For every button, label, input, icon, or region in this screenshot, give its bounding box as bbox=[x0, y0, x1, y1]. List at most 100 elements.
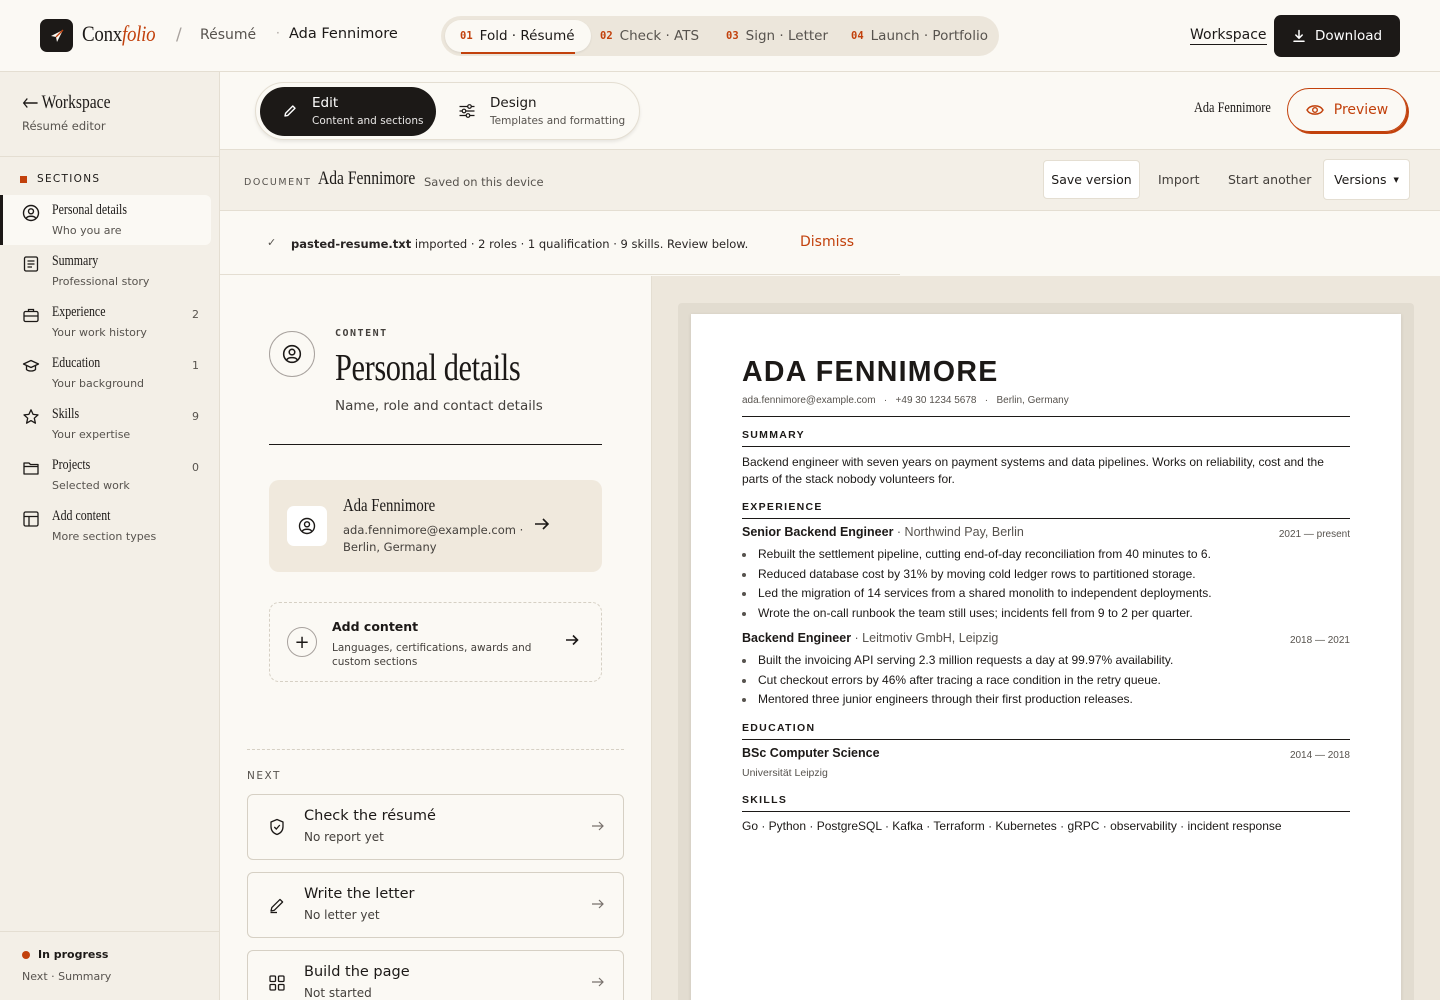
sidebar-item-count: 2 bbox=[192, 308, 199, 321]
sidebar-item-label: Personal details bbox=[52, 202, 127, 218]
sidebar-item-count: 9 bbox=[192, 410, 199, 423]
next-title: Check the résumé bbox=[304, 808, 436, 824]
paper-plane-icon bbox=[50, 29, 63, 42]
sidebar-item-label: Skills bbox=[52, 406, 80, 422]
sidebar-item-count: 0 bbox=[192, 461, 199, 474]
next-title: Build the page bbox=[304, 964, 410, 980]
document-label: DOCUMENT bbox=[244, 177, 312, 188]
next-sub: No letter yet bbox=[304, 908, 380, 922]
status-label: In progress bbox=[38, 948, 109, 961]
step-label: Fold · Résumé bbox=[479, 28, 575, 44]
resume-skills-heading: SKILLS bbox=[742, 794, 788, 806]
sidebar-item-projects[interactable]: Projects Selected work 0 bbox=[0, 450, 211, 500]
step-sign-letter[interactable]: 03 Sign · Letter bbox=[726, 20, 828, 52]
next-check-resume[interactable]: Check the résumé No report yet bbox=[247, 794, 624, 860]
job-company: · Leitmotiv GmbH, Leipzig bbox=[851, 631, 999, 645]
step-number: 04 bbox=[851, 30, 864, 42]
resume-preview-pane: ADA FENNIMORE ada.fennimore@example.com … bbox=[652, 276, 1440, 1000]
sidebar-item-experience[interactable]: Experience Your work history 2 bbox=[0, 297, 211, 347]
preview-button[interactable]: Preview bbox=[1287, 88, 1407, 132]
resume-bullet: Cut checkout errors by 46% after tracing… bbox=[742, 671, 1350, 691]
job-title: Backend Engineer bbox=[742, 631, 852, 645]
next-section-hint: Next · Summary bbox=[22, 970, 112, 983]
resume-bullet: Built the invoicing API serving 2.3 mill… bbox=[742, 651, 1350, 671]
resume-job-bullets: Built the invoicing API serving 2.3 mill… bbox=[742, 651, 1350, 710]
step-launch-portfolio[interactable]: 04 Launch · Portfolio bbox=[851, 20, 988, 52]
divider bbox=[247, 749, 624, 750]
step-label: Check · ATS bbox=[619, 28, 700, 44]
mode-design-button[interactable]: Design Templates and formatting bbox=[440, 87, 635, 136]
sidebar-item-summary[interactable]: Summary Professional story bbox=[0, 246, 211, 296]
back-to-workspace[interactable]: Workspace bbox=[22, 92, 111, 114]
resume-bullet: Reduced database cost by 31% by moving c… bbox=[742, 565, 1350, 585]
notice-summary: imported · 2 roles · 1 qualification · 9… bbox=[411, 237, 749, 251]
sections-heading-label: SECTIONS bbox=[37, 173, 101, 185]
sidebar-item-sub: Selected work bbox=[52, 479, 130, 492]
resume-job-title: Senior Backend Engineer · Northwind Pay,… bbox=[742, 525, 1024, 539]
personal-details-card[interactable]: Ada Fennimore ada.fennimore@example.com … bbox=[269, 480, 602, 572]
sections-heading: SECTIONS bbox=[20, 173, 100, 185]
document-bar: DOCUMENT Ada Fennimore Saved on this dev… bbox=[220, 150, 1440, 211]
resume-bullet: Rebuilt the settlement pipeline, cutting… bbox=[742, 545, 1350, 565]
caret-down-icon: ▼ bbox=[1393, 175, 1399, 184]
status-dot bbox=[22, 950, 30, 959]
logo[interactable] bbox=[40, 19, 73, 52]
step-number: 01 bbox=[460, 30, 473, 42]
step-check-ats[interactable]: 02 Check · ATS bbox=[600, 20, 699, 52]
sidebar-item-label: Projects bbox=[52, 457, 91, 473]
notice-text: pasted-resume.txt imported · 2 roles · 1… bbox=[291, 237, 748, 251]
download-button[interactable]: Download bbox=[1274, 15, 1400, 57]
resume-bullet: Wrote the on-call runbook the team still… bbox=[742, 604, 1350, 624]
sidebar-item-sub: Your expertise bbox=[52, 428, 131, 441]
document-name[interactable]: Ada Fennimore bbox=[318, 168, 415, 190]
sidebar-item-sub: More section types bbox=[52, 530, 157, 543]
top-bar: Conxfolio / Résumé · Ada Fennimore 01 Fol… bbox=[0, 0, 1440, 72]
mode-design-title: Design bbox=[490, 95, 537, 111]
sidebar-item-count: 1 bbox=[192, 359, 199, 372]
sliders-icon bbox=[459, 104, 475, 118]
download-icon bbox=[1293, 29, 1305, 42]
section-title: Personal details bbox=[335, 347, 521, 389]
step-switcher: 01 Fold · Résumé 02 Check · ATS 03 Sign · L… bbox=[441, 16, 999, 56]
avatar bbox=[287, 506, 327, 546]
sidebar-item-sub: Who you are bbox=[52, 224, 122, 237]
resume-experience-heading: EXPERIENCE bbox=[742, 501, 823, 513]
start-another-button[interactable]: Start another bbox=[1228, 172, 1311, 187]
versions-dropdown[interactable]: Versions ▼ bbox=[1323, 159, 1410, 200]
resume-job-dates: 2021 — present bbox=[1278, 529, 1350, 540]
sidebar-item-skills[interactable]: Skills Your expertise 9 bbox=[0, 399, 211, 449]
mode-edit-button[interactable]: Edit Content and sections bbox=[260, 87, 436, 136]
workspace-link[interactable]: Workspace bbox=[1190, 27, 1267, 45]
import-notice: ✓ pasted-resume.txt imported · 2 roles ·… bbox=[220, 211, 900, 275]
sidebar-header: Workspace Résumé editor bbox=[0, 72, 219, 157]
breadcrumb-resume[interactable]: Résumé bbox=[200, 27, 256, 43]
resume-name: ADA FENNIMORE bbox=[742, 356, 999, 388]
save-status: Saved on this device bbox=[424, 175, 544, 189]
add-content-card[interactable]: + Add content Languages, certifications,… bbox=[269, 602, 602, 682]
breadcrumb-separator: / bbox=[176, 25, 182, 45]
briefcase-icon bbox=[23, 308, 39, 323]
grid-icon bbox=[269, 975, 285, 991]
next-sub: No report yet bbox=[304, 830, 384, 844]
breadcrumb-document: Ada Fennimore bbox=[289, 26, 398, 42]
sidebar-item-add-content[interactable]: Add content More section types bbox=[0, 501, 211, 551]
next-heading: NEXT bbox=[247, 770, 281, 782]
sidebar-item-education[interactable]: Education Your background 1 bbox=[0, 348, 211, 398]
sidebar-item-label: Summary bbox=[52, 253, 99, 269]
sidebar-item-personal-details[interactable]: Personal details Who you are bbox=[0, 195, 211, 245]
next-sub: Not started bbox=[304, 986, 372, 1000]
degree-title: BSc Computer Science bbox=[742, 746, 880, 760]
next-title: Write the letter bbox=[304, 886, 415, 902]
sidebar-item-label: Education bbox=[52, 355, 101, 371]
save-version-button[interactable]: Save version bbox=[1043, 160, 1140, 199]
brand-name: Conxfolio bbox=[82, 21, 156, 46]
dismiss-button[interactable]: Dismiss bbox=[800, 234, 854, 250]
star-icon bbox=[23, 409, 39, 424]
shield-check-icon bbox=[270, 818, 284, 836]
import-button[interactable]: Import bbox=[1158, 172, 1200, 187]
next-build-page[interactable]: Build the page Not started bbox=[247, 950, 624, 1000]
section-icon bbox=[269, 331, 315, 377]
divider bbox=[742, 446, 1350, 447]
next-write-letter[interactable]: Write the letter No letter yet bbox=[247, 872, 624, 938]
step-fold-resume[interactable]: 01 Fold · Résumé bbox=[445, 20, 591, 54]
